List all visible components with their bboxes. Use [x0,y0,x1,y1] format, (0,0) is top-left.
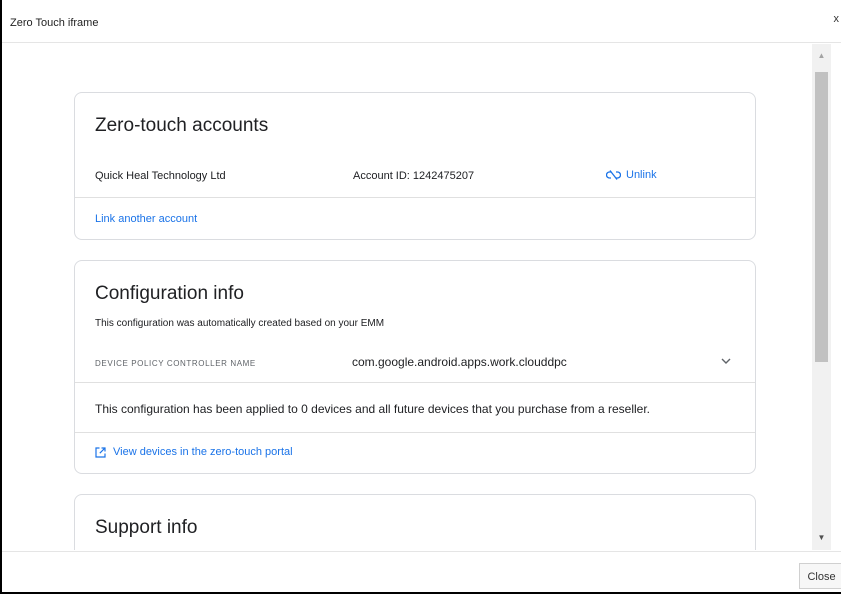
scroll-up-icon[interactable]: ▲ [812,48,831,64]
configuration-applied-text: This configuration has been applied to 0… [95,402,650,416]
configuration-card-title: Configuration info [95,283,244,304]
open-in-new-icon [95,446,106,458]
dpc-label: DEVICE POLICY CONTROLLER NAME [95,359,256,368]
scroll-thumb[interactable] [815,72,828,362]
support-card-title: Support info [95,517,198,538]
account-company-name: Quick Heal Technology Ltd [95,170,226,182]
vertical-scrollbar[interactable]: ▲ ▼ [812,44,831,550]
accounts-divider [75,197,755,198]
accounts-card-title: Zero-touch accounts [95,115,269,136]
view-devices-label: View devices in the zero-touch portal [113,446,293,458]
unlink-button[interactable]: Unlink [606,169,657,181]
configuration-divider-1 [75,382,755,383]
dialog-footer: Close [2,551,841,594]
dialog-title: Zero Touch iframe [10,17,99,29]
account-id: Account ID: 1242475207 [353,170,475,182]
dialog-frame: Zero Touch iframe x Zero-touch accounts … [0,0,841,594]
dialog-content: Zero-touch accounts Quick Heal Technolog… [2,44,812,550]
configuration-divider-2 [75,432,755,433]
chevron-down-icon[interactable] [720,357,732,365]
dpc-value: com.google.android.apps.work.clouddpc [352,355,567,369]
dialog-header: Zero Touch iframe x [2,0,841,43]
support-card: Support info [74,494,756,550]
unlink-label: Unlink [626,169,657,181]
link-another-account-link[interactable]: Link another account [95,213,197,225]
close-button[interactable]: Close [799,563,841,589]
configuration-card: Configuration info This configuration wa… [74,260,756,474]
dialog-close-button[interactable]: x [834,13,840,25]
accounts-card: Zero-touch accounts Quick Heal Technolog… [74,92,756,240]
view-devices-link[interactable]: View devices in the zero-touch portal [95,446,293,458]
scroll-down-icon[interactable]: ▼ [812,530,831,546]
configuration-subtitle: This configuration was automatically cre… [95,318,385,329]
link-off-icon [606,170,621,180]
